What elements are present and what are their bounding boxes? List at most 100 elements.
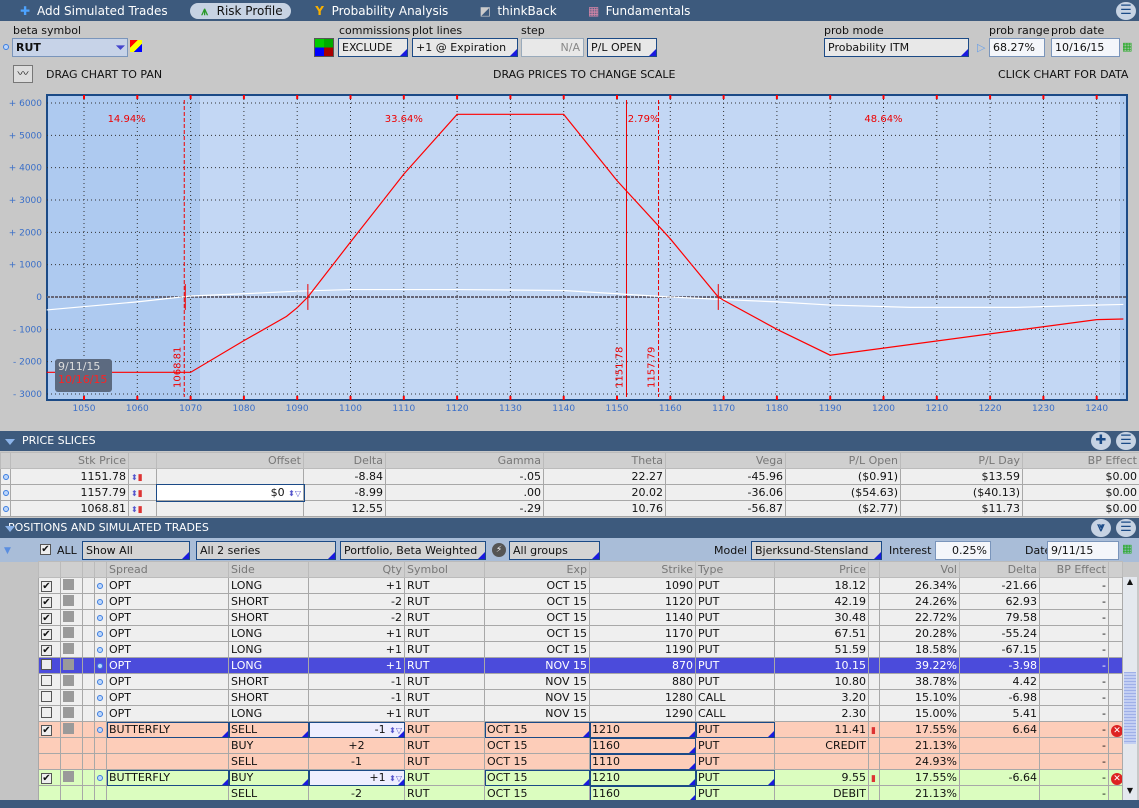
row-dot[interactable] <box>0 484 11 501</box>
x-tick-label[interactable]: 1070 <box>179 404 202 414</box>
x-tick-label[interactable]: 1130 <box>499 404 522 414</box>
stepper-lock-cell[interactable]: ⬍▮ <box>128 484 157 501</box>
x-tick-label[interactable]: 1210 <box>925 404 948 414</box>
remove-cell[interactable] <box>1108 753 1123 770</box>
price-slice-row[interactable]: 1068.81 ⬍▮ 12.55 -.29 10.76 -56.87 ($2.77) $11.… <box>0 500 1139 517</box>
lock-icon[interactable]: ▮ <box>871 726 876 736</box>
remove-cell[interactable] <box>1108 689 1123 706</box>
column-header[interactable]: Exp <box>484 561 590 578</box>
remove-cell[interactable] <box>1108 657 1123 674</box>
column-header[interactable]: BP Effect <box>1039 561 1109 578</box>
y-tick-label[interactable]: + 5000 <box>9 131 43 141</box>
dot-cell[interactable] <box>94 609 107 626</box>
prob-mode-dropdown[interactable]: Probability ITM <box>824 38 969 57</box>
x-tick-label[interactable]: 1150 <box>606 404 629 414</box>
include-checkbox[interactable]: ✔ <box>41 773 52 784</box>
grid-colors-icon[interactable] <box>314 38 334 57</box>
stepper-arrows[interactable]: ⬍▽ <box>288 489 301 498</box>
plot-area[interactable] <box>47 95 1127 400</box>
x-tick-label[interactable]: 1050 <box>73 404 96 414</box>
link-dot[interactable] <box>3 44 9 50</box>
graph-toggle-cell[interactable] <box>60 641 83 658</box>
color-picker-icon[interactable] <box>130 40 142 52</box>
lock-icon[interactable]: ▮ <box>138 489 143 499</box>
dot-cell[interactable] <box>94 705 107 722</box>
y-tick-label[interactable]: 0 <box>36 293 42 303</box>
column-header[interactable]: Symbol <box>404 561 485 578</box>
strike-cell[interactable]: 1110 <box>589 753 696 770</box>
include-checkbox[interactable]: ✔ <box>41 613 52 624</box>
x-tick-label[interactable]: 1200 <box>872 404 895 414</box>
graph-icon[interactable] <box>63 722 74 734</box>
graph-icon[interactable] <box>63 594 74 606</box>
graph-icon[interactable] <box>63 626 74 638</box>
include-checkbox[interactable] <box>41 658 52 670</box>
graph-toggle-cell[interactable] <box>60 673 83 690</box>
date-stepper[interactable]: 9/11/15 <box>1047 541 1119 560</box>
stk-price-cell[interactable]: 1157.79 <box>10 484 129 501</box>
column-header[interactable]: Type <box>695 561 775 578</box>
tab-fundamentals[interactable]: ▦ Fundamentals <box>579 3 699 19</box>
show-filter-dropdown[interactable]: Show All <box>82 541 190 560</box>
graph-icon[interactable] <box>63 610 74 622</box>
scroll-down-button[interactable]: ▼ <box>1123 786 1137 800</box>
strike-cell[interactable]: 1210 <box>589 721 696 738</box>
commissions-dropdown[interactable]: EXCLUDE <box>338 38 408 57</box>
row-dot[interactable] <box>0 500 11 517</box>
lock-cell[interactable] <box>868 609 880 626</box>
include-checkbox-cell[interactable] <box>38 737 61 754</box>
side-cell[interactable]: BUY <box>228 769 309 786</box>
include-checkbox[interactable] <box>41 706 52 718</box>
x-tick-label[interactable]: 1180 <box>765 404 788 414</box>
column-header[interactable]: Vega <box>665 452 786 469</box>
column-header[interactable]: Price <box>774 561 869 578</box>
lock-cell[interactable] <box>868 689 880 706</box>
graph-toggle-cell[interactable] <box>60 753 83 770</box>
plot-lines-dropdown[interactable]: +1 @ Expiration <box>412 38 518 57</box>
include-checkbox[interactable]: ✔ <box>41 725 52 736</box>
remove-cell[interactable] <box>1108 673 1123 690</box>
remove-cell[interactable]: ✕ <box>1108 721 1123 738</box>
graph-icon[interactable] <box>63 642 74 654</box>
series-filter-dropdown[interactable]: All 2 series <box>196 541 336 560</box>
strike-cell[interactable]: 1210 <box>589 769 696 786</box>
link-dot[interactable] <box>97 583 103 589</box>
dot-cell[interactable] <box>94 673 107 690</box>
price-slices-header[interactable]: PRICE SLICES <box>0 431 1139 451</box>
price-slice-row[interactable]: 1157.79 ⬍▮ $0 ⬍▽ -8.99.00 20.02 -36.06 ($54.63… <box>0 483 1139 502</box>
calendar-icon[interactable]: ▦ <box>1122 542 1132 555</box>
dot-cell[interactable] <box>94 625 107 642</box>
include-checkbox[interactable]: ✔ <box>41 581 52 592</box>
position-row[interactable]: ✔ OPT LONG +1 RUT OCT 15 1090 PUT 18.12 26.34% -21… <box>38 577 1123 594</box>
y-tick-label[interactable]: + 1000 <box>9 261 43 271</box>
graph-toggle-cell[interactable] <box>60 609 83 626</box>
groups-dropdown[interactable]: All groups <box>509 541 600 560</box>
include-checkbox-cell[interactable] <box>38 705 61 722</box>
lock-cell[interactable] <box>868 657 880 674</box>
all-checkbox[interactable]: ✔ <box>40 544 51 555</box>
include-checkbox-cell[interactable]: ✔ <box>38 721 61 738</box>
stepper-arrows[interactable]: ⬍ <box>131 473 138 482</box>
link-dot[interactable] <box>97 727 103 733</box>
y-tick-label[interactable]: - 2000 <box>13 358 42 368</box>
column-header[interactable]: Gamma <box>385 452 544 469</box>
expand-icon[interactable]: ▼ <box>4 546 11 556</box>
scroll-up-button[interactable]: ▲ <box>1123 577 1137 591</box>
graph-icon[interactable] <box>63 690 74 702</box>
graph-toggle-cell[interactable] <box>60 577 83 594</box>
simulated-trade-row[interactable]: SELL -1 RUT OCT 15 1110 PUT 24.93% - <box>38 753 1123 770</box>
type-cell[interactable]: PUT <box>695 769 775 786</box>
graph-toggle-cell[interactable] <box>60 689 83 706</box>
collapse-all-button[interactable]: ⩔ <box>1091 519 1111 537</box>
lock-cell[interactable] <box>868 641 880 658</box>
pl-mode-dropdown[interactable]: P/L OPEN <box>587 38 657 57</box>
include-checkbox-cell[interactable]: ✔ <box>38 609 61 626</box>
remove-cell[interactable] <box>1108 625 1123 642</box>
stepper-arrows[interactable]: ⬍▽ <box>389 774 402 783</box>
position-row[interactable]: ✔ OPT LONG +1 RUT OCT 15 1190 PUT 51.59 18.58% -67… <box>38 641 1123 658</box>
position-row[interactable]: OPT LONG +1 RUT NOV 15 1290 CALL 2.30 15.00% 5.41… <box>38 705 1123 722</box>
qty-cell[interactable]: +1 ⬍▽ <box>308 769 405 786</box>
link-dot[interactable] <box>97 631 103 637</box>
scrollbar-thumb[interactable] <box>1124 672 1136 744</box>
link-dot[interactable] <box>3 490 9 496</box>
